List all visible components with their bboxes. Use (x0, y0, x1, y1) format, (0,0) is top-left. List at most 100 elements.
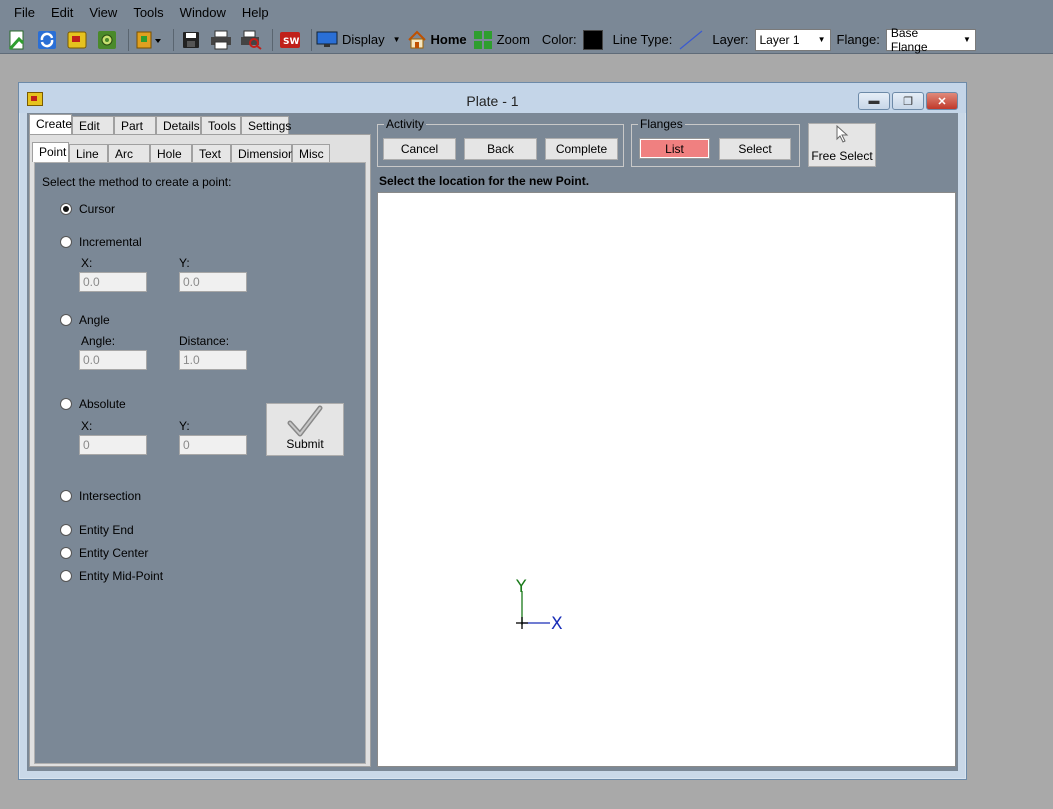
status-prompt: Select the location for the new Point. (379, 174, 590, 188)
line-type-label: Line Type: (612, 32, 673, 47)
radio-intersection[interactable]: Intersection (60, 489, 141, 503)
toolbar-separator (128, 28, 129, 51)
radio-entity-center[interactable]: Entity Center (60, 546, 148, 560)
print-preview-button[interactable] (238, 28, 264, 52)
solidworks-button[interactable]: SW (277, 28, 303, 52)
menu-edit[interactable]: Edit (43, 0, 81, 26)
menu-window[interactable]: Window (172, 0, 234, 26)
printer-icon (211, 30, 231, 49)
layer-dropdown[interactable]: Layer 1 ▼ (754, 28, 831, 51)
home-button[interactable]: Home (407, 30, 467, 50)
distance-input[interactable]: 1.0 (179, 350, 247, 370)
menu-help[interactable]: Help (234, 0, 277, 26)
tab-details[interactable]: Details (156, 116, 201, 134)
maximize-button[interactable]: ❐ (892, 92, 924, 110)
absolute-y-input[interactable]: 0 (179, 435, 247, 455)
list-button[interactable]: List (639, 138, 710, 159)
canvas-svg: Y X (515, 577, 563, 634)
color-swatch-button[interactable] (582, 29, 603, 50)
radio-label: Entity Mid-Point (79, 569, 164, 583)
radio-label: Entity End (79, 523, 134, 537)
drawing-canvas[interactable]: Y X (377, 192, 956, 767)
radio-indicator (60, 547, 72, 559)
tab-edit[interactable]: Edit (72, 116, 114, 134)
tab-point[interactable]: Point (32, 142, 69, 162)
radio-entity-end[interactable]: Entity End (60, 523, 134, 537)
radio-cursor[interactable]: Cursor (60, 202, 115, 216)
flange-dropdown[interactable]: Base Flange ▼ (885, 25, 976, 54)
part-icon (67, 31, 87, 48)
tab-misc[interactable]: Misc (292, 144, 330, 162)
zoom-button[interactable]: Zoom (473, 30, 530, 50)
new-file-button[interactable] (4, 28, 30, 52)
incremental-y-input[interactable]: 0.0 (179, 272, 247, 292)
radio-angle[interactable]: Angle (60, 313, 110, 327)
radio-entity-mid-point[interactable]: Entity Mid-Point (60, 569, 163, 583)
tab-create[interactable]: Create (29, 114, 72, 134)
radio-label: Intersection (79, 489, 142, 503)
menu-view[interactable]: View (81, 0, 125, 26)
x-axis-label: X (551, 614, 563, 634)
select-button[interactable]: Select (719, 138, 791, 160)
tab-arc[interactable]: Arc (108, 144, 150, 162)
tab-settings[interactable]: Settings (241, 116, 291, 134)
radio-absolute[interactable]: Absolute (60, 397, 126, 411)
import-button[interactable] (133, 28, 165, 52)
flanges-group: Flanges List Select (631, 117, 800, 167)
flange-value: Base Flange (890, 25, 928, 54)
tab-dimension[interactable]: Dimension (231, 144, 295, 162)
incremental-x-input[interactable]: 0.0 (79, 272, 147, 292)
tab-tools[interactable]: Tools (201, 116, 241, 134)
close-icon: ✕ (937, 95, 947, 108)
tab-text[interactable]: Text (192, 144, 231, 162)
line-type-icon[interactable] (678, 29, 704, 51)
radio-label: Absolute (79, 397, 126, 411)
back-button[interactable]: Back (464, 138, 537, 160)
print-preview-icon (241, 30, 262, 50)
tab-hole[interactable]: Hole (150, 144, 192, 162)
monitor-icon (316, 31, 338, 47)
refresh-icon (38, 30, 56, 49)
radio-label: Cursor (79, 202, 116, 216)
layer-value: Layer 1 (759, 32, 800, 47)
print-button[interactable] (208, 28, 234, 52)
incremental-y-label: Y: (179, 256, 190, 270)
free-select-button[interactable]: Free Select (808, 123, 876, 167)
window-titlebar[interactable]: Plate - 1 ▬ ❐ ✕ (19, 83, 966, 113)
absolute-x-input[interactable]: 0 (79, 435, 147, 455)
radio-indicator (60, 570, 72, 582)
close-button[interactable]: ✕ (926, 92, 958, 110)
checkmark-icon (287, 405, 323, 437)
refresh-button[interactable] (34, 28, 60, 52)
plate-window: Plate - 1 ▬ ❐ ✕ Create Edit Part Details… (18, 82, 967, 780)
radio-incremental[interactable]: Incremental (60, 235, 142, 249)
part-button[interactable] (64, 28, 90, 52)
minimize-button[interactable]: ▬ (858, 92, 890, 110)
menu-tools[interactable]: Tools (125, 0, 171, 26)
layer-label: Layer: (712, 32, 749, 47)
tab-part[interactable]: Part (114, 116, 156, 134)
zoom-icon (473, 30, 492, 49)
activity-title: Activity (384, 117, 427, 131)
distance-label: Distance: (179, 334, 230, 348)
save-icon (183, 31, 199, 48)
point-panel: Select the method to create a point: Cur… (34, 162, 366, 764)
complete-button[interactable]: Complete (545, 138, 618, 160)
new-file-icon (8, 30, 25, 50)
display-button[interactable]: Display ▼ (316, 31, 401, 49)
tab-line[interactable]: Line (69, 144, 108, 162)
save-button[interactable] (178, 28, 204, 52)
chevron-down-icon: ▼ (962, 35, 971, 44)
import-icon (136, 31, 161, 48)
absolute-y-label: Y: (179, 419, 190, 433)
menu-file[interactable]: File (6, 0, 43, 26)
gear-part-button[interactable] (94, 28, 120, 52)
cancel-button[interactable]: Cancel (383, 138, 456, 160)
home-icon (407, 30, 426, 48)
radio-label: Entity Center (79, 546, 149, 560)
toolbar-separator (173, 28, 174, 51)
submit-button[interactable]: Submit (266, 403, 344, 456)
svg-text:SW: SW (283, 37, 299, 47)
radio-indicator (60, 236, 72, 248)
angle-input[interactable]: 0.0 (79, 350, 147, 370)
